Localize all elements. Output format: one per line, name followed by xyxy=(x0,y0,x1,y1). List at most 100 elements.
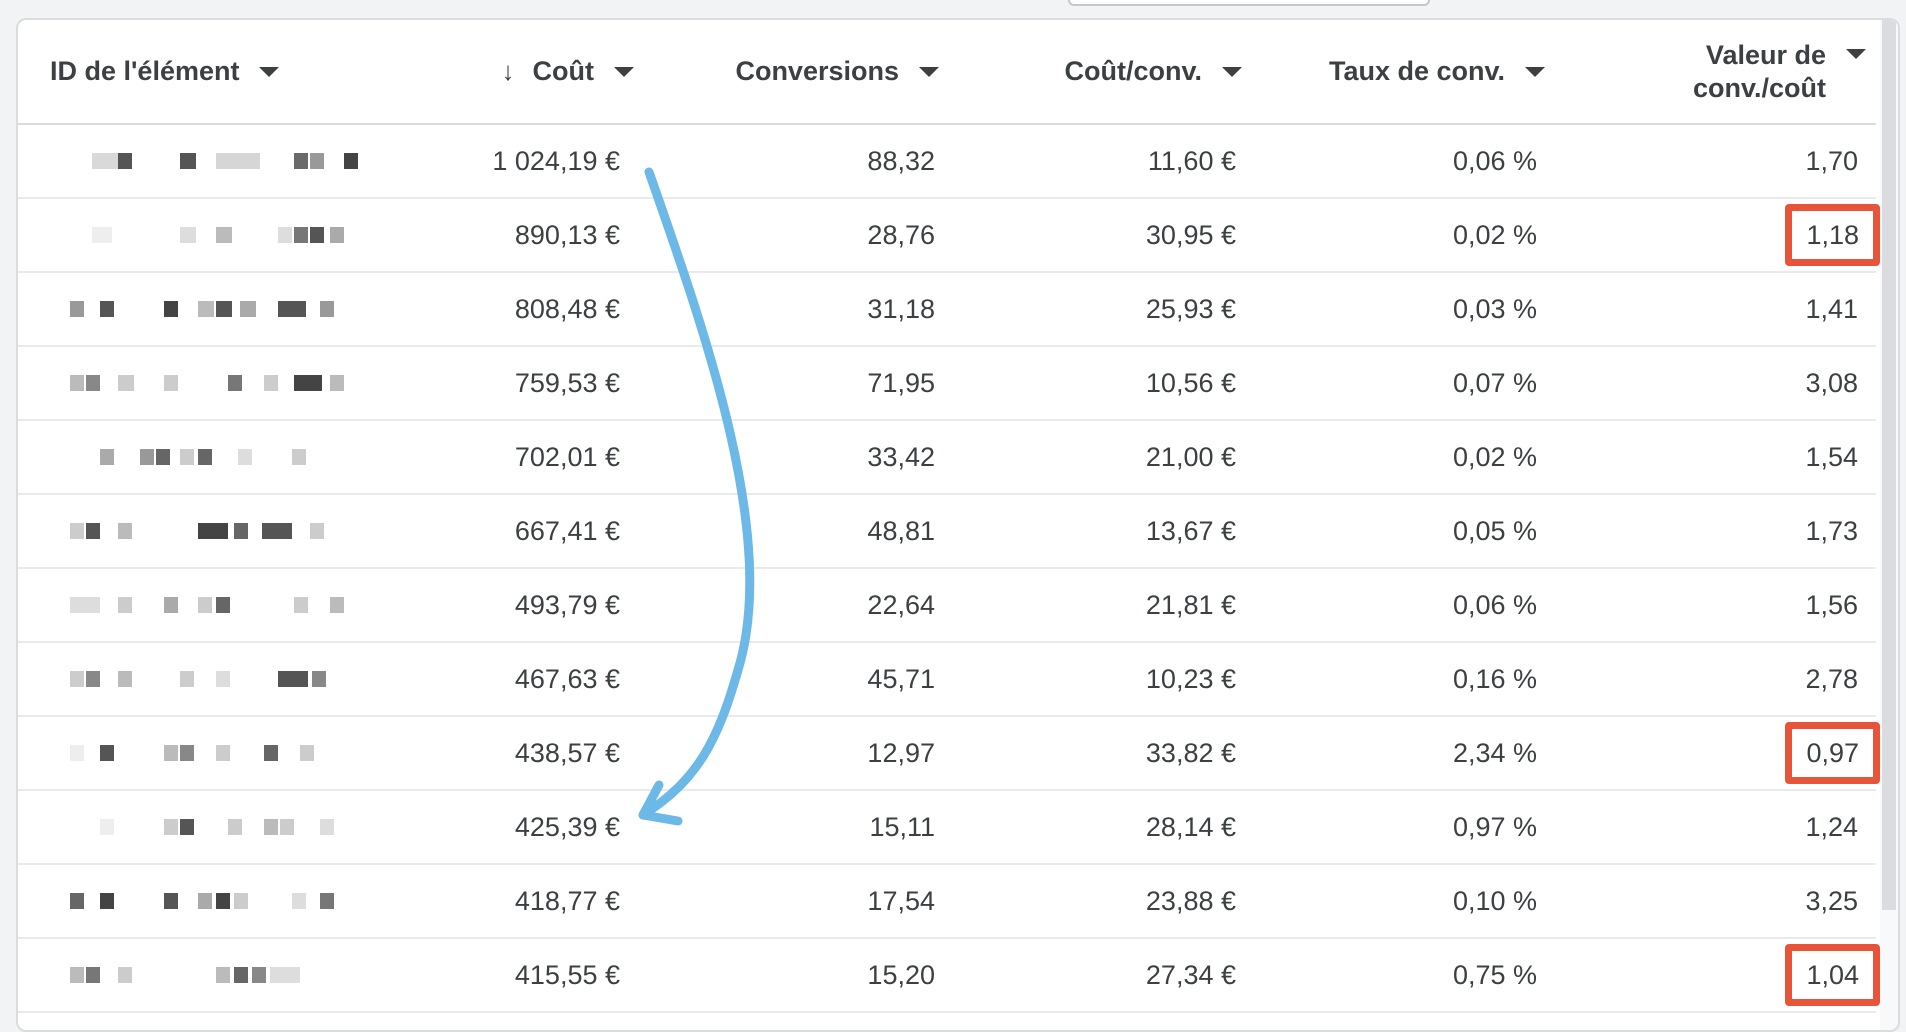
redaction-pixel xyxy=(198,449,212,465)
item-id-cell-redacted xyxy=(18,790,358,865)
item-id-cell-redacted xyxy=(18,494,358,569)
redaction-pixel xyxy=(198,597,212,613)
column-header-conversions[interactable]: Conversions xyxy=(638,20,943,125)
cell-value: 25,93 € xyxy=(1145,293,1236,324)
redaction-pixel xyxy=(118,597,132,613)
conversions-cell: 88,32 xyxy=(638,124,943,199)
redaction-pixel xyxy=(234,893,248,909)
table-row[interactable]: 667,41 € 48,81 13,67 € 0,05 % 1,73 xyxy=(18,494,1876,569)
table-row[interactable]: 1 024,19 € 88,32 11,60 € 0,06 % 1,70 xyxy=(18,124,1876,199)
cell-value: 0,16 % xyxy=(1452,663,1537,694)
table-row[interactable]: 467,63 € 45,71 10,23 € 0,16 % 2,78 xyxy=(18,642,1876,717)
table-row[interactable]: 418,77 € 17,54 23,88 € 0,10 % 3,25 xyxy=(18,864,1876,939)
top-toolbar-field[interactable] xyxy=(1068,0,1430,6)
cell-value: 0,75 % xyxy=(1452,959,1537,990)
redaction-pixel xyxy=(70,671,84,687)
cell-value: 0,02 % xyxy=(1452,441,1537,472)
table-row[interactable]: 438,57 € 12,97 33,82 € 2,34 % 0,97 xyxy=(18,716,1880,791)
conv-rate-cell: 2,34 % xyxy=(1248,716,1553,791)
cost-per-conv-cell: 33,82 € xyxy=(943,716,1248,791)
value-per-cost-cell: 1,70 xyxy=(1553,124,1876,199)
redaction-pixel xyxy=(228,375,242,391)
value-per-cost-cell: 1,18 xyxy=(1553,198,1880,273)
cost-cell: 415,55 € xyxy=(358,938,638,1013)
cell-value: 33,42 xyxy=(867,441,935,472)
redaction-pixel xyxy=(292,893,306,909)
redaction-pixel xyxy=(216,227,232,243)
cell-value: 3,25 xyxy=(1805,885,1858,916)
redaction-pixel xyxy=(294,227,308,243)
conv-rate-cell: 0,97 % xyxy=(1248,790,1553,865)
cell-value: 890,13 € xyxy=(514,219,620,250)
redaction-pixel xyxy=(118,375,134,391)
cost-per-conv-cell: 11,60 € xyxy=(943,124,1248,199)
redaction-pixel xyxy=(278,227,292,243)
redaction-pixel xyxy=(86,375,100,391)
cell-value: 31,18 xyxy=(867,293,935,324)
redaction-pixel xyxy=(216,671,230,687)
cell-value: 1,73 xyxy=(1805,515,1858,546)
redaction-pixel xyxy=(252,967,266,983)
conversions-cell: 33,42 xyxy=(638,420,943,495)
table-row[interactable]: 759,53 € 71,95 10,56 € 0,07 % 3,08 xyxy=(18,346,1876,421)
redaction-pixel xyxy=(92,227,112,243)
caret-down-icon[interactable] xyxy=(1525,66,1545,77)
redaction-pixel xyxy=(264,819,278,835)
caret-down-icon[interactable] xyxy=(614,66,634,77)
cell-value: 17,54 xyxy=(867,885,935,916)
cell-value: 27,34 € xyxy=(1145,959,1236,990)
redaction-pixel xyxy=(164,375,178,391)
item-id-cell-redacted xyxy=(18,864,358,939)
cell-value: 33,82 € xyxy=(1145,737,1236,768)
cell-value: 1,56 xyxy=(1805,589,1858,620)
cell-value: 667,41 € xyxy=(514,515,620,546)
vertical-scrollbar[interactable] xyxy=(1880,20,1898,1030)
redaction-pixel xyxy=(118,523,132,539)
cost-cell: 467,63 € xyxy=(358,642,638,717)
caret-down-icon[interactable] xyxy=(1222,66,1242,77)
cost-cell: 667,41 € xyxy=(358,494,638,569)
table-row[interactable]: 425,39 € 15,11 28,14 € 0,97 % 1,24 xyxy=(18,790,1876,865)
cell-value: 0,97 % xyxy=(1452,811,1537,842)
redaction-pixel xyxy=(330,597,344,613)
scrollbar-thumb[interactable] xyxy=(1882,20,1896,910)
column-header-item-id[interactable]: ID de l'élément xyxy=(18,20,358,125)
column-header-cost[interactable]: ↓ Coût xyxy=(358,20,638,125)
table-row[interactable]: 890,13 € 28,76 30,95 € 0,02 % 1,18 xyxy=(18,198,1880,273)
caret-down-icon[interactable] xyxy=(259,66,280,77)
redaction-pixel xyxy=(164,301,178,317)
cost-per-conv-cell: 21,81 € xyxy=(943,568,1248,643)
redaction-pixel xyxy=(70,301,84,317)
cell-value: 0,03 % xyxy=(1452,293,1537,324)
column-label: Coût/conv. xyxy=(1064,56,1203,86)
column-header-value-per-cost[interactable]: Valeur de conv./coût xyxy=(1553,20,1876,125)
value-per-cost-cell: 2,78 xyxy=(1553,642,1876,717)
conversions-cell: 31,18 xyxy=(638,272,943,347)
redaction-pixel xyxy=(294,375,322,391)
redaction-pixel xyxy=(216,893,230,909)
redaction-pixel xyxy=(86,671,100,687)
cell-value: 21,00 € xyxy=(1145,441,1236,472)
redaction-pixel xyxy=(262,523,292,539)
column-label: Taux de conv. xyxy=(1328,56,1505,86)
column-label: Valeur de conv./coût xyxy=(1692,39,1826,103)
cell-value: 418,77 € xyxy=(514,885,620,916)
table-row[interactable]: 702,01 € 33,42 21,00 € 0,02 % 1,54 xyxy=(18,420,1876,495)
conv-rate-cell: 0,16 % xyxy=(1248,642,1553,717)
report-table-card: ID de l'élément ↓ Coût Conversions Coût/… xyxy=(16,18,1900,1032)
table-row[interactable]: 415,55 € 15,20 27,34 € 0,75 % 1,04 xyxy=(18,938,1880,1013)
cost-cell: 1 024,19 € xyxy=(358,124,638,199)
redaction-pixel xyxy=(70,967,84,983)
column-header-conv-rate[interactable]: Taux de conv. xyxy=(1248,20,1553,125)
column-header-cost-per-conv[interactable]: Coût/conv. xyxy=(943,20,1248,125)
value-per-cost-cell: 1,73 xyxy=(1553,494,1876,569)
redaction-pixel xyxy=(278,301,306,317)
item-id-cell-redacted xyxy=(18,568,358,643)
table-row[interactable]: 808,48 € 31,18 25,93 € 0,03 % 1,41 xyxy=(18,272,1876,347)
cell-value: 10,23 € xyxy=(1145,663,1236,694)
redaction-pixel xyxy=(344,153,358,169)
caret-down-icon[interactable] xyxy=(919,66,939,77)
report-table: ID de l'élément ↓ Coût Conversions Coût/… xyxy=(18,20,1880,1013)
table-row[interactable]: 493,79 € 22,64 21,81 € 0,06 % 1,56 xyxy=(18,568,1876,643)
caret-down-icon[interactable] xyxy=(1846,48,1866,59)
